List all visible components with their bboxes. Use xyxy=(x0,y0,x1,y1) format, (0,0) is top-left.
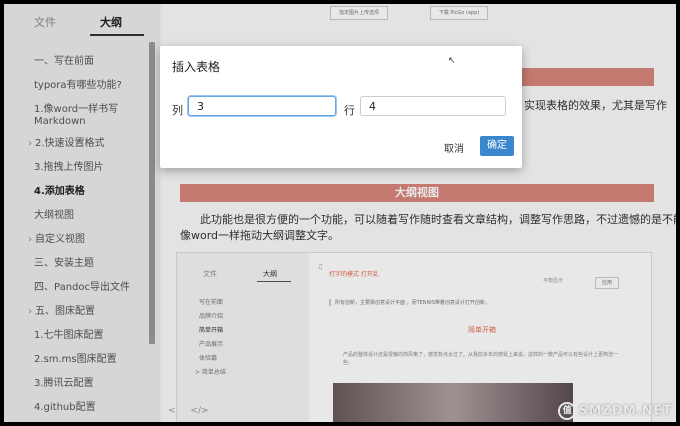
mouse-cursor-icon: ↖ xyxy=(448,56,456,66)
dialog-title: 插入表格 xyxy=(172,60,221,74)
toggle-sidebar-icon[interactable]: < xyxy=(168,406,176,416)
columns-input[interactable] xyxy=(188,96,336,116)
status-bar: < </> xyxy=(168,406,209,416)
confirm-button[interactable]: 确定 xyxy=(480,136,514,156)
rows-label: 行 xyxy=(344,104,355,117)
rows-input[interactable] xyxy=(360,96,506,116)
app-window: 文件 大纲 一、写在前面 typora有哪些功能? 1.像word一样书写 Ma… xyxy=(4,4,676,422)
columns-label: 列 xyxy=(172,104,183,117)
insert-table-dialog: 插入表格 ↖ 列 行 取消 确定 xyxy=(160,46,522,168)
cancel-button[interactable]: 取消 xyxy=(444,140,464,155)
source-mode-icon[interactable]: </> xyxy=(190,406,208,416)
